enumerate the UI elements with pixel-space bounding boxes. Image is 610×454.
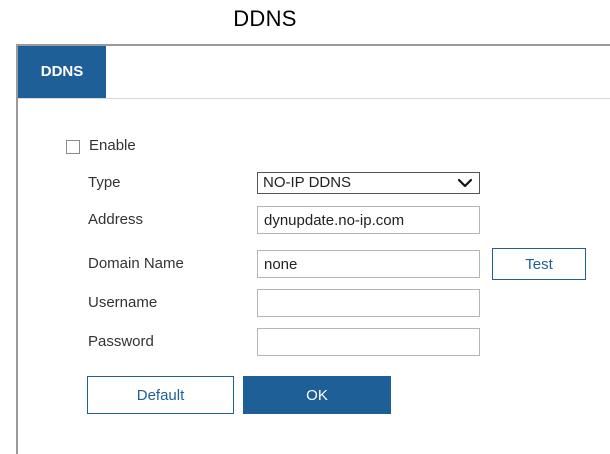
domain-name-label: Domain Name xyxy=(88,255,184,272)
tab-strip: DDNS xyxy=(18,46,610,99)
address-row: Address xyxy=(18,206,610,234)
domain-name-input[interactable] xyxy=(257,250,480,278)
type-select[interactable]: NO-IP DDNS xyxy=(257,172,480,194)
password-input[interactable] xyxy=(257,328,480,356)
chevron-down-icon xyxy=(457,178,473,188)
domain-name-row: Domain Name Test xyxy=(18,248,610,280)
tab-ddns[interactable]: DDNS xyxy=(18,46,106,98)
address-input[interactable] xyxy=(257,206,480,234)
test-button[interactable]: Test xyxy=(492,248,586,280)
username-input[interactable] xyxy=(257,289,480,317)
ddns-panel: DDNS Enable Type NO-IP DDNS Address Doma… xyxy=(16,44,610,454)
username-row: Username xyxy=(18,289,610,317)
page-heading: DDNS xyxy=(233,6,297,31)
type-row: Type NO-IP DDNS xyxy=(18,172,610,200)
type-select-value: NO-IP DDNS xyxy=(263,174,352,191)
type-label: Type xyxy=(88,174,121,191)
password-row: Password xyxy=(18,328,610,356)
address-label: Address xyxy=(88,211,144,228)
password-label: Password xyxy=(88,333,154,350)
enable-row: Enable xyxy=(18,134,610,162)
username-label: Username xyxy=(88,294,158,311)
ok-button[interactable]: OK xyxy=(243,376,391,414)
enable-checkbox[interactable] xyxy=(66,140,80,154)
enable-label: Enable xyxy=(89,137,136,154)
default-button[interactable]: Default xyxy=(87,376,234,414)
